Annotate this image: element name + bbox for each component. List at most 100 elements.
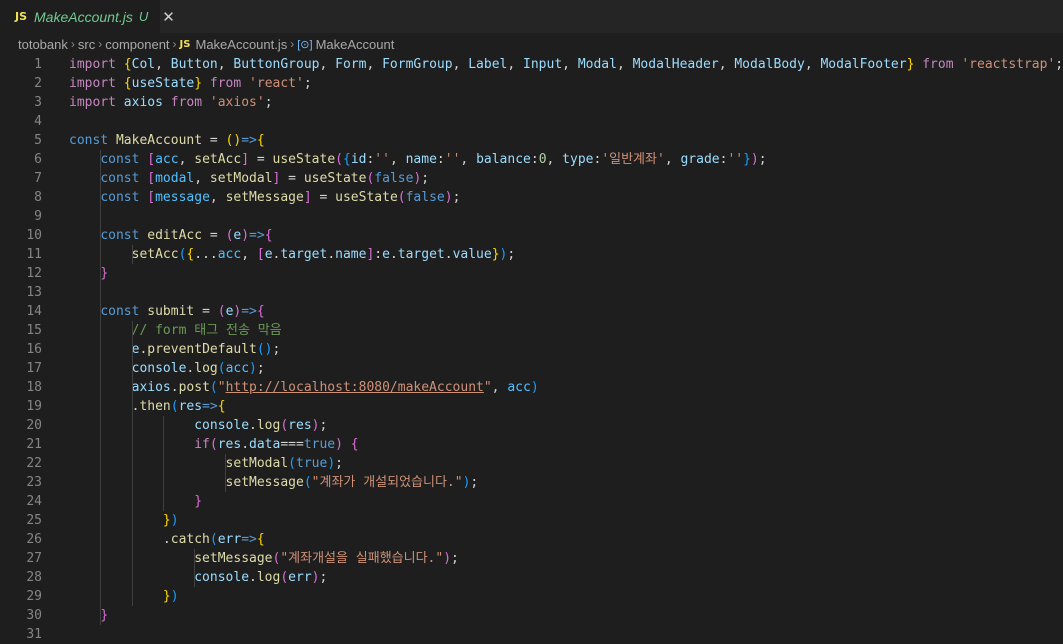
indent-guide xyxy=(100,549,102,568)
code-token: catch xyxy=(170,532,210,547)
code-token: useState xyxy=(272,152,336,167)
code-token: const xyxy=(100,228,148,243)
code-token: . xyxy=(249,418,257,433)
code-token: , xyxy=(664,152,681,167)
code-token: editAcc xyxy=(147,228,203,243)
close-icon[interactable]: ✕ xyxy=(162,8,175,26)
code-token: = xyxy=(202,228,226,243)
code-text: axios.post("http://localhost:8080/makeAc… xyxy=(42,378,1063,397)
code-token: value xyxy=(452,247,492,262)
code-line[interactable]: 26 .catch(err=>{ xyxy=(0,530,1063,549)
code-token: , xyxy=(366,57,383,72)
code-token: console xyxy=(194,570,250,585)
code-token: 'axios' xyxy=(209,95,265,110)
indent-guide xyxy=(131,397,133,416)
code-text: const [modal, setModal] = useState(false… xyxy=(42,169,1063,188)
code-line[interactable]: 29 }) xyxy=(0,587,1063,606)
code-token: , xyxy=(562,57,578,72)
indent-guide xyxy=(100,245,102,264)
code-token: res xyxy=(288,418,312,433)
tab-makeaccount[interactable]: JS MakeAccount.js U ✕ xyxy=(0,0,175,33)
code-token: } xyxy=(162,589,171,604)
breadcrumb-item-file[interactable]: MakeAccount.js xyxy=(195,37,287,52)
code-line[interactable]: 1 import {Col, Button, ButtonGroup, Form,… xyxy=(0,55,1063,74)
code-line[interactable]: 10 const editAcc = (e)=>{ xyxy=(0,226,1063,245)
code-line[interactable]: 5 const MakeAccount = ()=>{ xyxy=(0,131,1063,150)
code-token: id xyxy=(350,152,367,167)
code-line[interactable]: 24 } xyxy=(0,492,1063,511)
code-token: { xyxy=(256,304,265,319)
breadcrumb-item-totobank[interactable]: totobank xyxy=(18,37,68,52)
code-text: .then(res=>{ xyxy=(42,397,1063,416)
code-line[interactable]: 7 const [modal, setModal] = useState(fal… xyxy=(0,169,1063,188)
indent-guide xyxy=(131,587,133,606)
code-token: import xyxy=(69,95,124,110)
code-line[interactable]: 27 setMessage("계좌개설을 실패했습니다."); xyxy=(0,549,1063,568)
code-token: Label xyxy=(468,57,508,72)
code-token: import xyxy=(69,57,124,72)
code-line[interactable]: 22 setModal(true); xyxy=(0,454,1063,473)
code-token: } xyxy=(100,266,109,281)
symbol-variable-icon: [⊙] xyxy=(297,38,313,51)
code-line[interactable]: 4 xyxy=(0,112,1063,131)
code-token: ] xyxy=(303,190,312,205)
code-line[interactable]: 6 const [acc, setAcc] = useState({id:'',… xyxy=(0,150,1063,169)
indent-guide xyxy=(225,473,227,492)
code-token: , xyxy=(718,57,735,72)
code-token: ModalFooter xyxy=(820,57,907,72)
code-token: () xyxy=(256,342,273,357)
code-text: const [message, setMessage] = useState(f… xyxy=(42,188,1063,207)
code-line[interactable]: 13 xyxy=(0,283,1063,302)
code-line[interactable]: 2 import {useState} from 'react'; xyxy=(0,74,1063,93)
code-line[interactable]: 17 console.log(acc); xyxy=(0,359,1063,378)
breadcrumb-item-symbol[interactable]: MakeAccount xyxy=(316,37,395,52)
code-line[interactable]: 30 } xyxy=(0,606,1063,625)
indent-guide xyxy=(131,435,133,454)
code-token: { xyxy=(342,152,351,167)
breadcrumb-item-src[interactable]: src xyxy=(78,37,95,52)
code-token: } xyxy=(491,247,500,262)
line-number: 2 xyxy=(34,76,42,91)
code-token: 'react' xyxy=(249,76,304,91)
code-editor[interactable]: 1 import {Col, Button, ButtonGroup, Form,… xyxy=(0,55,1063,644)
code-line[interactable]: 23 setMessage("계좌가 개설되었습니다."); xyxy=(0,473,1063,492)
code-line[interactable]: 14 const submit = (e)=>{ xyxy=(0,302,1063,321)
code-token: import xyxy=(69,76,124,91)
code-token: , xyxy=(389,152,406,167)
code-line[interactable]: 28 console.log(err); xyxy=(0,568,1063,587)
code-token: , xyxy=(452,57,469,72)
code-token: '' xyxy=(444,152,461,167)
code-token: ( xyxy=(217,361,226,376)
code-token: = xyxy=(280,171,304,186)
code-token: Form xyxy=(335,57,367,72)
code-token: log xyxy=(194,361,218,376)
breadcrumb-item-component[interactable]: component xyxy=(105,37,169,52)
code-line[interactable]: 25 }) xyxy=(0,511,1063,530)
line-number: 23 xyxy=(26,475,42,490)
indent-guide xyxy=(100,150,102,169)
code-token: useState xyxy=(131,76,195,91)
code-token: '일반계좌' xyxy=(601,152,665,167)
code-token: => xyxy=(249,228,265,243)
code-line[interactable]: 15 // form 태그 전송 막음 xyxy=(0,321,1063,340)
code-line[interactable]: 21 if(res.data===true) { xyxy=(0,435,1063,454)
code-token: . xyxy=(327,247,336,262)
code-line[interactable]: 16 e.preventDefault(); xyxy=(0,340,1063,359)
code-line[interactable]: 3 import axios from 'axios'; xyxy=(0,93,1063,112)
code-token: ButtonGroup xyxy=(233,57,320,72)
code-token: http://localhost:8080/makeAccount xyxy=(225,380,484,395)
code-line[interactable]: 12 } xyxy=(0,264,1063,283)
code-text: const editAcc = (e)=>{ xyxy=(42,226,1063,245)
code-token: console xyxy=(194,418,250,433)
code-line[interactable]: 19 .then(res=>{ xyxy=(0,397,1063,416)
code-line[interactable]: 9 xyxy=(0,207,1063,226)
code-text: const [acc, setAcc] = useState({id:'', n… xyxy=(42,150,1063,169)
code-line[interactable]: 20 console.log(res); xyxy=(0,416,1063,435)
code-line[interactable]: 8 const [message, setMessage] = useState… xyxy=(0,188,1063,207)
code-line[interactable]: 18 axios.post("http://localhost:8080/mak… xyxy=(0,378,1063,397)
code-token: [ xyxy=(147,190,156,205)
code-line[interactable]: 11 setAcc({...acc, [e.target.name]:e.tar… xyxy=(0,245,1063,264)
code-text: const MakeAccount = ()=>{ xyxy=(42,131,1063,150)
code-token: , xyxy=(209,190,226,205)
line-number: 26 xyxy=(26,532,42,547)
